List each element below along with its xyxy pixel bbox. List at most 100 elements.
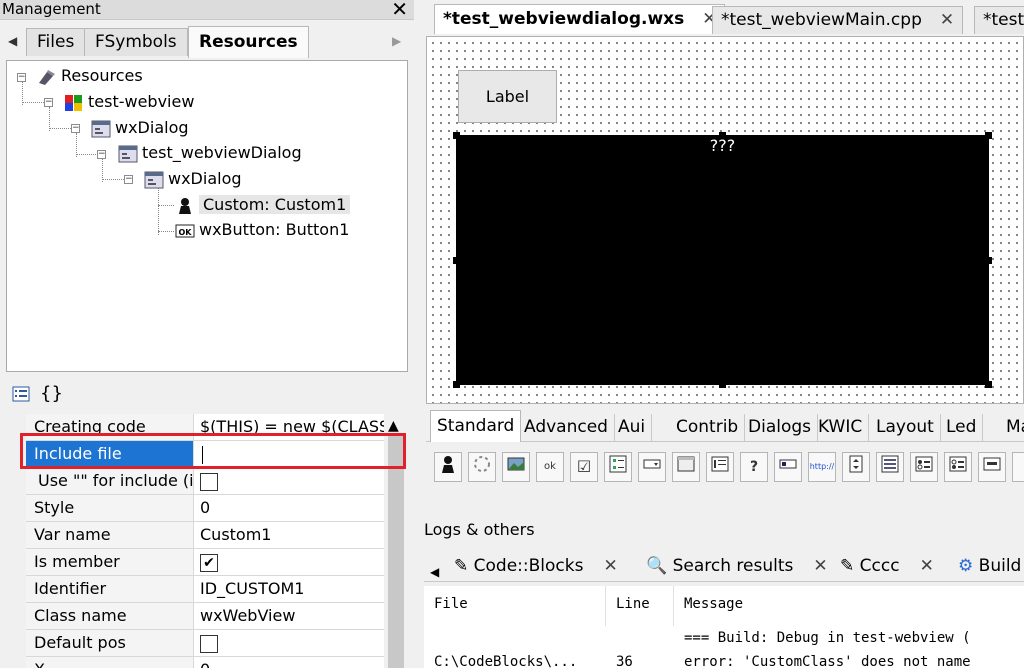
log-file-cell[interactable] xyxy=(424,626,606,650)
log-line-cell[interactable]: 36 xyxy=(606,650,674,668)
spin-icon[interactable] xyxy=(842,452,870,482)
tab-more[interactable]: Ma xyxy=(1000,414,1024,442)
resize-handle[interactable] xyxy=(453,381,460,388)
property-value[interactable]: Custom1 xyxy=(194,522,384,548)
tab-advanced[interactable]: Advanced xyxy=(518,414,615,442)
resize-handle[interactable] xyxy=(719,381,726,388)
property-row[interactable]: Use "" for include (instead xyxy=(26,468,384,495)
checkbox-checked[interactable]: ✔ xyxy=(200,553,218,572)
design-canvas[interactable]: Label ??? xyxy=(426,36,1024,404)
tab-scroll-right-icon[interactable]: ▶ xyxy=(392,34,401,48)
custom-widget-icon[interactable] xyxy=(434,452,462,482)
scrollbar-thumb[interactable] xyxy=(388,436,404,668)
radiobox-icon[interactable] xyxy=(910,452,938,482)
close-icon[interactable]: ✕ xyxy=(391,0,408,20)
close-icon[interactable]: ✕ xyxy=(813,556,827,576)
tab-scroll-left-icon[interactable]: ◀ xyxy=(8,34,17,48)
choice-icon[interactable] xyxy=(638,452,666,482)
checklist-icon[interactable] xyxy=(604,452,632,482)
property-row[interactable]: Class name wxWebView xyxy=(26,603,384,630)
properties-list-icon[interactable] xyxy=(12,386,30,406)
tab-fsymbols[interactable]: FSymbols xyxy=(84,28,188,56)
include-file-input[interactable] xyxy=(194,441,384,467)
checkbox[interactable] xyxy=(200,634,218,653)
property-value[interactable]: 0 xyxy=(194,495,384,521)
custom-widget[interactable]: ??? xyxy=(456,135,989,385)
property-value[interactable] xyxy=(194,630,384,656)
log-message-cell[interactable]: === Build: Debug in test-webview ( xyxy=(674,626,1024,650)
tab-layout[interactable]: Layout xyxy=(870,414,941,442)
property-row[interactable]: Creating code $(THIS) = new $(CLASS xyxy=(26,414,384,441)
tab-dialogs[interactable]: Dialogs xyxy=(742,414,819,442)
resize-handle[interactable] xyxy=(719,132,726,139)
property-value[interactable]: 0 xyxy=(194,657,384,668)
tab-search-results[interactable]: 🔍 Search results ✕ xyxy=(646,552,828,582)
button-icon[interactable]: ok xyxy=(536,452,564,482)
checkbox-icon[interactable]: ☑ xyxy=(570,452,598,482)
property-row[interactable]: Is member ✔ xyxy=(26,549,384,576)
resize-handle[interactable] xyxy=(453,257,460,264)
column-header-file[interactable]: File xyxy=(424,586,606,626)
listctrl-icon[interactable] xyxy=(876,452,904,482)
property-row[interactable]: Var name Custom1 xyxy=(26,522,384,549)
tab-kwic[interactable]: KWIC xyxy=(812,414,870,442)
property-row-include-file[interactable]: Include file xyxy=(26,441,384,468)
tree-node-test-webview-dialog[interactable]: test_webviewDialog xyxy=(118,142,302,164)
tree-node-custom1[interactable]: Custom: Custom1 xyxy=(175,194,351,216)
property-value[interactable]: wxWebView xyxy=(194,603,384,629)
tab-build[interactable]: ⚙ Build xyxy=(958,552,1021,582)
bitmap-icon[interactable] xyxy=(502,452,530,482)
close-icon[interactable]: ✕ xyxy=(920,556,934,576)
log-line-cell[interactable] xyxy=(606,626,674,650)
tab-scroll-left-icon[interactable]: ◀ xyxy=(430,558,439,588)
collapse-icon[interactable]: − xyxy=(44,98,53,107)
property-value[interactable]: $(THIS) = new $(CLASS xyxy=(194,414,384,440)
textctrl-icon[interactable] xyxy=(774,452,802,482)
tab-codeblocks[interactable]: ✎ Code::Blocks ✕ xyxy=(454,552,618,582)
tab-test[interactable]: *test xyxy=(974,6,1024,34)
tab-contrib[interactable]: Contrib xyxy=(670,414,746,442)
resize-handle[interactable] xyxy=(453,132,460,139)
tree-node-project[interactable]: test-webview xyxy=(64,91,194,113)
resize-handle[interactable] xyxy=(985,381,992,388)
hyperlink-icon[interactable]: http:// xyxy=(808,452,836,482)
property-value[interactable] xyxy=(194,468,384,494)
radiobox-icon[interactable] xyxy=(944,452,972,482)
statictext-icon[interactable] xyxy=(978,452,1006,482)
scroll-up-icon[interactable]: ▲ xyxy=(388,418,399,434)
collapse-icon[interactable]: − xyxy=(17,73,26,82)
property-value[interactable]: ✔ xyxy=(194,549,384,575)
property-row[interactable]: Default pos xyxy=(26,630,384,657)
tree-node-wxdialog[interactable]: wxDialog xyxy=(91,117,189,139)
tab-wxs-file[interactable]: *test_webviewdialog.wxs ✕ xyxy=(434,4,726,34)
listbox-icon[interactable] xyxy=(706,452,734,482)
close-icon[interactable]: ✕ xyxy=(603,556,617,576)
resize-handle[interactable] xyxy=(985,257,992,264)
column-header-line[interactable]: Line xyxy=(606,586,674,626)
tab-resources[interactable]: Resources xyxy=(188,26,309,58)
tab-cccc[interactable]: ✎ Cccc ✕ xyxy=(840,552,934,582)
property-scrollbar[interactable]: ▲ xyxy=(384,414,408,668)
property-value[interactable]: ID_CUSTOM1 xyxy=(194,576,384,602)
resize-handle[interactable] xyxy=(985,132,992,139)
tree-node-resources[interactable]: Resources xyxy=(37,65,143,87)
tab-files[interactable]: Files xyxy=(26,28,86,56)
tab-main-cpp[interactable]: *test_webviewMain.cpp ✕ xyxy=(712,6,964,34)
column-header-message[interactable]: Message xyxy=(674,586,1024,626)
label-widget[interactable]: Label xyxy=(458,70,557,123)
events-icon[interactable]: {} xyxy=(40,383,63,404)
checkbox[interactable] xyxy=(200,472,218,491)
property-row[interactable]: Identifier ID_CUSTOM1 xyxy=(26,576,384,603)
log-file-cell[interactable]: C:\CodeBlocks\... xyxy=(424,650,606,668)
collapse-icon[interactable]: − xyxy=(97,150,106,159)
tab-led[interactable]: Led xyxy=(940,414,984,442)
close-icon[interactable]: ✕ xyxy=(940,10,954,30)
tab-aui[interactable]: Aui xyxy=(612,414,653,442)
activity-indicator-icon[interactable] xyxy=(468,452,496,482)
tab-standard[interactable]: Standard xyxy=(430,410,522,442)
help-icon[interactable]: ? xyxy=(740,452,768,482)
log-message-cell[interactable]: error: 'CustomClass' does not name xyxy=(674,650,1024,668)
tree-node-button1[interactable]: OK wxButton: Button1 xyxy=(175,219,349,241)
property-row[interactable]: X 0 xyxy=(26,657,384,668)
panel-icon[interactable] xyxy=(672,452,700,482)
